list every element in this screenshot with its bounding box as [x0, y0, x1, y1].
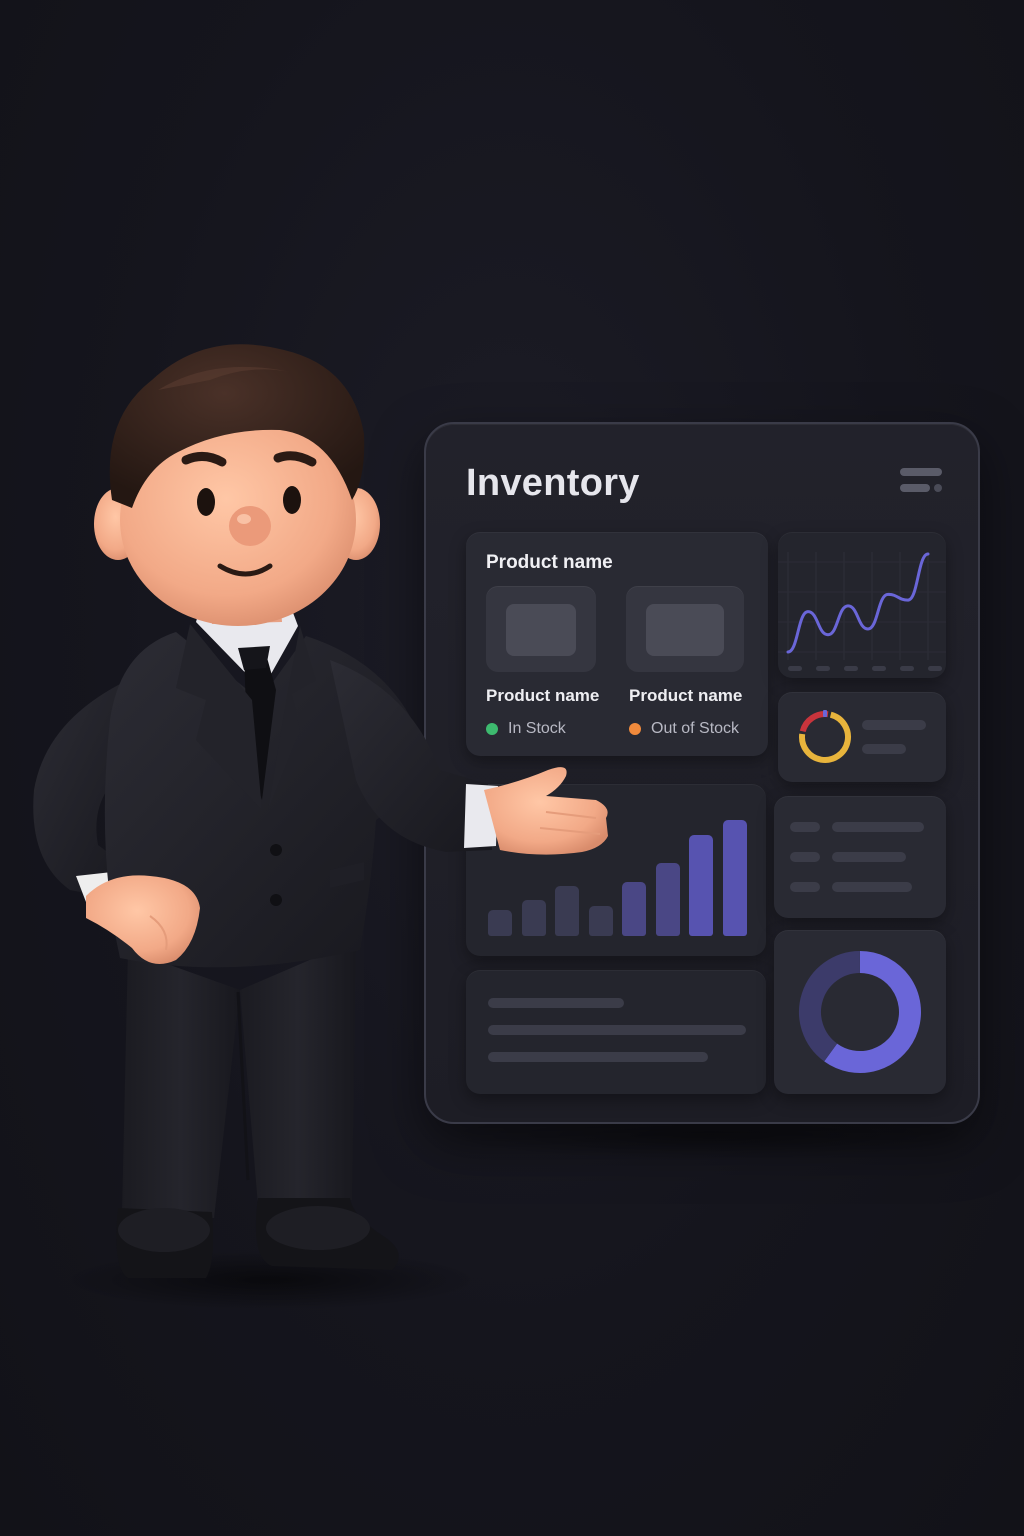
status-dot-icon	[629, 723, 641, 735]
donut-slice	[799, 951, 861, 1062]
product-name: Product name	[629, 686, 743, 705]
product-name: Product name	[486, 686, 600, 705]
status-label: In Stock	[508, 720, 566, 737]
placeholder-line	[790, 852, 820, 862]
donut-chart-card[interactable]	[774, 930, 946, 1094]
line-chart	[778, 552, 946, 671]
placeholder-line	[862, 720, 926, 730]
placeholder-line	[832, 852, 906, 862]
x-tick	[928, 666, 942, 671]
bar	[555, 885, 579, 936]
product-thumbnail[interactable]	[486, 586, 596, 672]
product-card[interactable]: Product name Product name Product name I…	[466, 532, 768, 756]
placeholder-line	[862, 744, 906, 754]
placeholder-line	[488, 998, 624, 1008]
ring-chart-card[interactable]	[778, 692, 946, 782]
bar	[488, 909, 512, 936]
product-thumbnail[interactable]	[626, 586, 744, 672]
product-card-title: Product name	[486, 552, 613, 573]
ring-chart	[799, 710, 851, 763]
placeholder-line	[832, 882, 912, 892]
x-tick	[788, 666, 802, 671]
bar	[655, 863, 680, 936]
inventory-dashboard-panel: Inventory Product name Product name Prod…	[424, 422, 980, 1124]
bar	[521, 899, 546, 936]
x-tick	[900, 666, 914, 671]
text-card[interactable]	[466, 970, 766, 1094]
list-card[interactable]	[774, 796, 946, 918]
bar	[588, 905, 613, 936]
x-tick	[872, 666, 886, 671]
line-series	[786, 552, 930, 654]
donut-chart	[799, 951, 921, 1073]
floor-shadow	[60, 1250, 480, 1310]
menu-icon[interactable]	[900, 468, 942, 496]
x-tick	[844, 666, 858, 671]
bar-chart-card[interactable]	[466, 784, 766, 956]
status-out-of-stock: Out of Stock	[629, 720, 739, 738]
bar	[622, 881, 646, 936]
status-in-stock: In Stock	[486, 720, 566, 738]
bar-chart	[466, 784, 766, 956]
line-chart-card[interactable]	[778, 532, 946, 678]
ring-marker	[823, 710, 827, 717]
bar	[689, 835, 713, 936]
placeholder-line	[790, 822, 820, 832]
panel-title: Inventory	[466, 462, 640, 504]
placeholder-line	[488, 1025, 746, 1035]
status-label: Out of Stock	[651, 720, 740, 737]
placeholder-line	[790, 882, 820, 892]
placeholder-line	[488, 1052, 708, 1062]
status-dot-icon	[486, 723, 498, 735]
x-tick	[816, 666, 830, 671]
placeholder-line	[832, 822, 924, 832]
bar	[722, 820, 747, 936]
